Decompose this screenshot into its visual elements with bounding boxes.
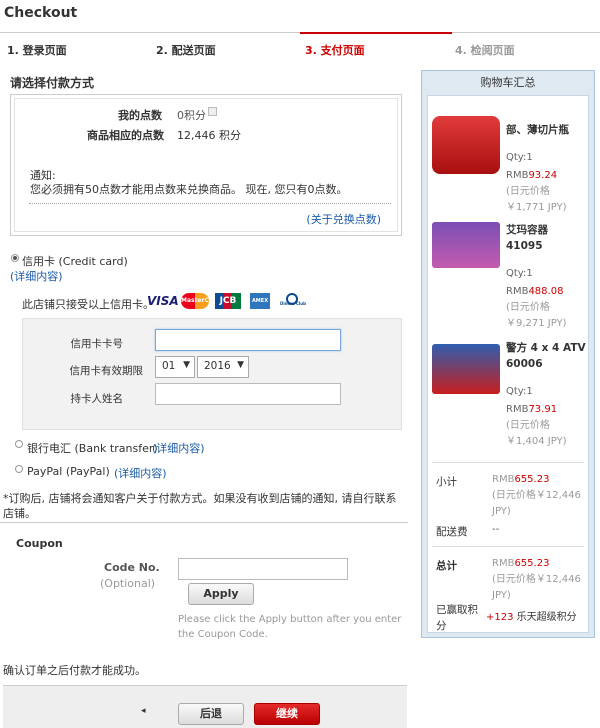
coupon-optional-label: (Optional) — [100, 577, 156, 590]
earned-points-label: 已赢取积分 — [436, 604, 478, 632]
cart-item-yen: (日元价格￥1,771 JPY) — [506, 186, 567, 213]
bank-transfer-label[interactable]: 银行电汇 (Bank transfer) — [27, 440, 158, 456]
subtotal-yen: (日元价格￥12,446 JPY) — [492, 490, 581, 517]
shipping-label: 配送费 — [436, 526, 468, 538]
step-shipping: 2. 配送页面 — [156, 44, 216, 57]
credit-card-details-link[interactable]: (详细内容) — [10, 268, 63, 284]
coupon-code-label: Code No. — [104, 561, 160, 574]
product-image[interactable] — [432, 344, 500, 394]
points-box: 我的点数 0积分 商品相应的点数 12,446 积分 通知: 您必须拥有50点数… — [10, 94, 402, 236]
bank-transfer-radio[interactable] — [15, 440, 23, 448]
card-holder-label: 持卡人姓名 — [70, 393, 124, 405]
continue-button[interactable]: 继续 — [254, 703, 320, 725]
card-number-label: 信用卡卡号 — [70, 338, 124, 350]
expiry-month-select[interactable]: 01 ▼ — [155, 356, 195, 378]
apply-coupon-button[interactable]: Apply — [188, 583, 254, 605]
cart-item-qty: Qty:1 — [506, 268, 533, 279]
step-review: 4. 检阅页面 — [455, 44, 515, 57]
cart-item-yen: (日元价格￥1,404 JPY) — [506, 420, 567, 447]
cart-body: 部、薄切片瓶 Qty:1 RMB93.24 (日元价格￥1,771 JPY) 艾… — [427, 95, 589, 633]
credit-card-label[interactable]: 信用卡 (Credit card) — [22, 253, 128, 269]
product-points-label: 商品相应的点数 — [87, 129, 164, 142]
credit-card-form: 信用卡卡号 信用卡有效期限 01 ▼ 2016 ▼ 持卡人姓名 — [22, 318, 402, 430]
total-value: RMB655.23 — [492, 558, 550, 569]
mastercard-icon: MasterCard — [181, 293, 220, 309]
diners-club-icon: Diners Club — [280, 293, 306, 309]
cart-item-yen: (日元价格￥9,271 JPY) — [506, 302, 567, 329]
coupon-title: Coupon — [16, 537, 63, 550]
my-points-value: 0积分 — [177, 109, 206, 122]
paypal-radio[interactable] — [15, 465, 23, 473]
subtotal-label: 小计 — [436, 476, 457, 488]
cart-item-price: RMB93.24 — [506, 170, 558, 181]
step-login: 1. 登录页面 — [7, 44, 67, 57]
coupon-divider — [0, 522, 408, 523]
card-expiry-label: 信用卡有效期限 — [69, 365, 144, 377]
earned-points-value: +123 乐天超级积分 — [486, 612, 577, 623]
chevron-down-icon: ▼ — [237, 360, 244, 370]
cart-item-name[interactable]: 艾玛容器 41095 — [506, 222, 588, 254]
accepted-cards-text: 此店铺只接受以上信用卡。 — [22, 298, 154, 311]
back-arrow-icon: ◂ — [141, 706, 146, 716]
payment-section-title: 请选择付款方式 — [10, 76, 95, 90]
cart-item-name[interactable]: 警方 4 x 4 ATV 60006 — [506, 340, 588, 372]
notice-divider — [29, 203, 391, 204]
subtotal-value: RMB655.23 — [492, 474, 550, 485]
cart-divider — [432, 546, 584, 547]
visa-icon: VISA — [147, 294, 179, 308]
notice-text: 您必须拥有50点数才能用点数来兑换商品。 现在, 您只有0点数。 — [30, 183, 348, 196]
cart-title: 购物车汇总 — [480, 76, 536, 89]
cart-item-price: RMB73.91 — [506, 404, 558, 415]
points-checkbox[interactable] — [208, 107, 217, 116]
cart-item-qty: Qty:1 — [506, 386, 533, 397]
order-note: *订购后, 店铺将会通知客户关于付款方式。如果没有收到店铺的通知, 请自行联系店… — [3, 492, 397, 520]
amex-icon: AMEX — [250, 293, 270, 309]
active-step-indicator — [300, 32, 452, 34]
about-points-link[interactable]: (关于兑换点数) — [306, 211, 381, 227]
cart-summary: 购物车汇总 部、薄切片瓶 Qty:1 RMB93.24 (日元价格￥1,771 … — [421, 70, 595, 638]
paypal-label[interactable]: PayPal (PayPal) — [27, 465, 110, 478]
jcb-icon: JCB — [215, 293, 241, 309]
confirm-note: 确认订单之后付款才能成功。 — [3, 664, 146, 677]
chevron-down-icon: ▼ — [183, 360, 190, 370]
back-button[interactable]: 后退 — [178, 703, 244, 725]
checkout-steps: 1. 登录页面 2. 配送页面 3. 支付页面 4. 检阅页面 — [0, 32, 600, 60]
cart-item-qty: Qty:1 — [506, 152, 533, 163]
card-holder-input[interactable] — [155, 383, 341, 405]
total-yen: (日元价格￥12,446 JPY) — [492, 574, 581, 601]
page-title: Checkout — [4, 5, 78, 21]
my-points-label: 我的点数 — [118, 109, 162, 122]
product-image[interactable] — [432, 116, 500, 174]
shipping-value: -- — [492, 524, 500, 535]
cart-item-price: RMB488.08 — [506, 286, 564, 297]
step-payment: 3. 支付页面 — [305, 44, 365, 57]
bank-transfer-details-link[interactable]: (详细内容) — [152, 440, 205, 456]
coupon-code-input[interactable] — [178, 558, 348, 580]
expiry-year-select[interactable]: 2016 ▼ — [197, 356, 249, 378]
credit-card-radio[interactable] — [11, 254, 19, 262]
product-image[interactable] — [432, 222, 500, 268]
cart-divider — [432, 462, 584, 463]
total-label: 总计 — [436, 560, 457, 572]
coupon-hint: Please click the Apply button after you … — [178, 614, 402, 640]
paypal-details-link[interactable]: (详细内容) — [114, 465, 167, 481]
product-points-value: 12,446 积分 — [177, 129, 241, 142]
cart-item-name[interactable]: 部、薄切片瓶 — [506, 122, 588, 138]
card-number-input[interactable] — [155, 329, 341, 351]
